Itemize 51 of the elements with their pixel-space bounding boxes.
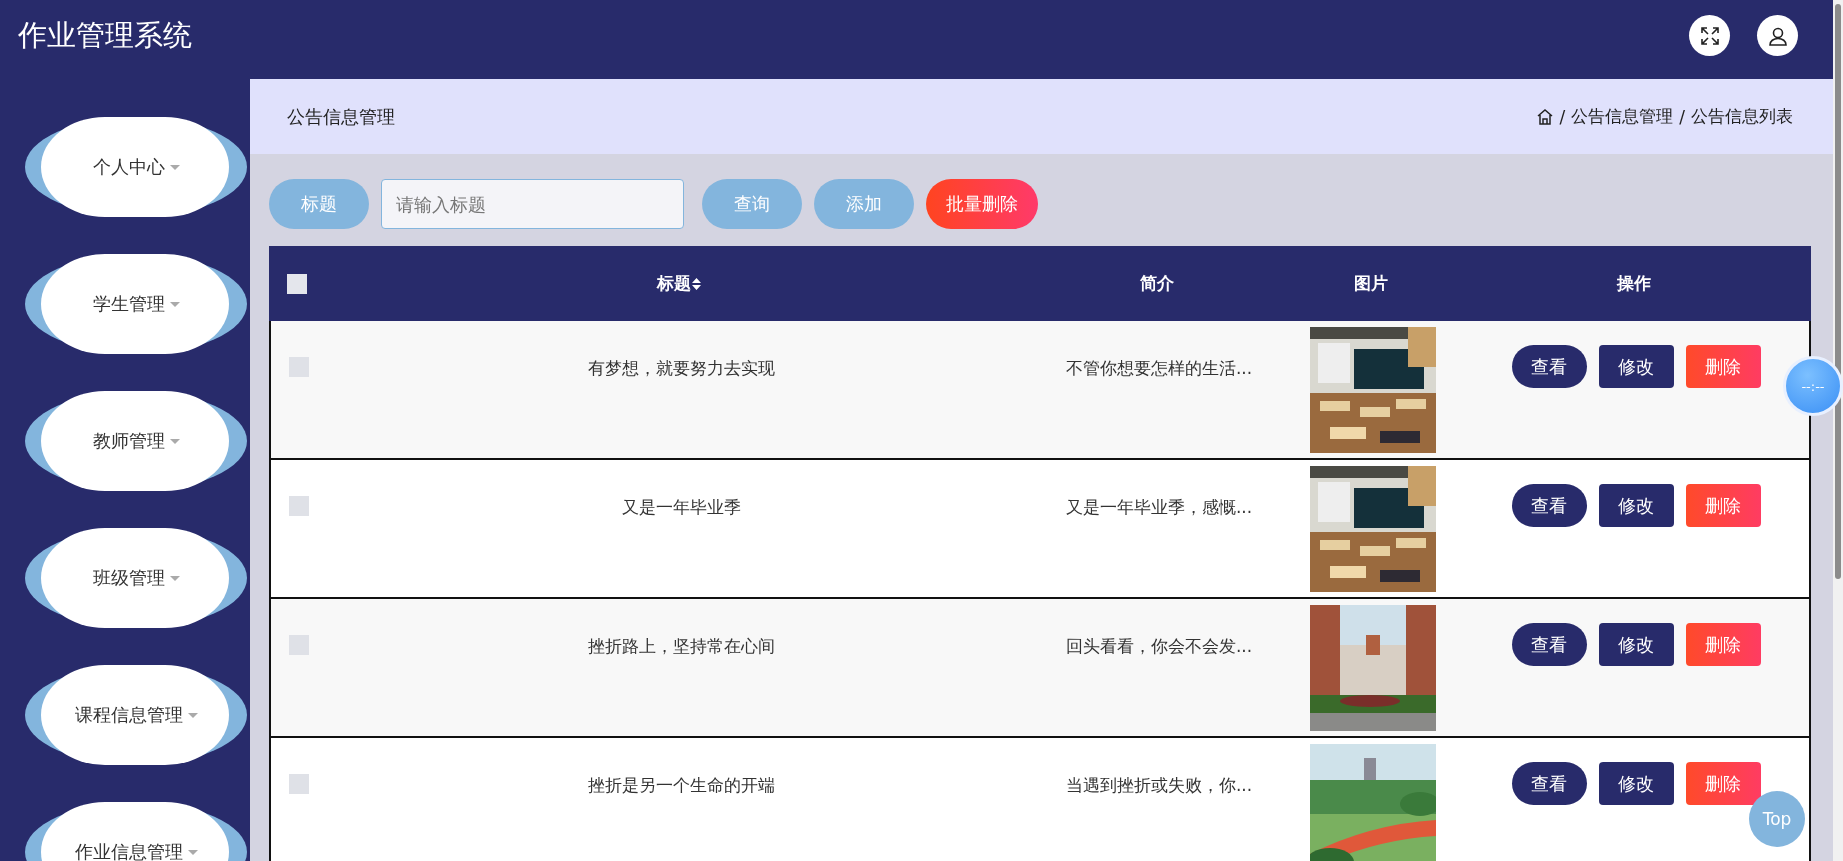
checkbox[interactable] [289, 357, 309, 377]
user-button[interactable] [1757, 15, 1798, 56]
table-cell-text: 又是一年毕业季，感慨... [1064, 496, 1254, 519]
breadcrumb-item[interactable]: 公告信息管理 [1571, 105, 1674, 128]
caret-icon [187, 849, 198, 855]
breadcrumb-separator: / [1679, 106, 1685, 127]
checkbox[interactable] [289, 635, 309, 655]
sidebar-item[interactable]: 教师管理 [25, 391, 247, 491]
fullscreen-button[interactable] [1689, 15, 1730, 56]
scrollbar[interactable] [1833, 0, 1843, 861]
sidebar-item[interactable]: 个人中心 [25, 117, 247, 217]
view-button[interactable]: 查看 [1511, 623, 1587, 666]
view-button[interactable]: 查看 [1511, 345, 1587, 388]
caret-icon [169, 575, 180, 581]
caret-icon [187, 712, 198, 718]
sidebar-item[interactable]: 班级管理 [25, 528, 247, 628]
breadcrumb-item: 公告信息列表 [1691, 105, 1793, 128]
checkbox[interactable] [289, 496, 309, 516]
sidebar-item[interactable]: 课程信息管理 [25, 665, 247, 765]
table-cell-text: 有梦想，就要努力去实现 [586, 357, 776, 380]
search-field[interactable]: 请输入标题 [381, 179, 684, 229]
user-icon [1767, 25, 1788, 46]
expand-icon [1699, 25, 1720, 46]
edit-button[interactable]: 修改 [1598, 484, 1674, 527]
table-cell-text: 挫折是另一个生命的开端 [586, 774, 776, 797]
column-header: 操作 [1617, 272, 1651, 295]
table-cell-text: 当遇到挫折或失败，你... [1064, 774, 1254, 797]
search-label: 标题 [269, 179, 369, 229]
table-cell-text: 回头看看，你会不会发... [1064, 635, 1254, 658]
view-button[interactable]: 查看 [1511, 484, 1587, 527]
table-cell-text: 挫折路上，坚持常在心间 [586, 635, 776, 658]
column-header: 简介 [1140, 272, 1174, 295]
app-title: 作业管理系统 [18, 16, 193, 54]
view-button[interactable]: 查看 [1511, 762, 1587, 805]
table-cell-text: 又是一年毕业季 [620, 496, 742, 519]
caret-icon [169, 438, 180, 444]
caret-icon [169, 164, 180, 170]
breadcrumb-separator: / [1559, 106, 1566, 127]
checkbox[interactable] [289, 774, 309, 794]
caret-icon [169, 301, 180, 307]
home-icon[interactable] [1535, 107, 1554, 126]
column-header[interactable]: 标题 [657, 272, 691, 295]
checkbox[interactable] [287, 273, 307, 294]
edit-button[interactable]: 修改 [1598, 345, 1674, 388]
table-cell-text: 不管你想要怎样的生活... [1064, 357, 1254, 380]
sidebar-item[interactable]: 学生管理 [25, 254, 247, 354]
sort-icon[interactable] [692, 277, 701, 290]
column-header: 图片 [1354, 272, 1388, 295]
page-title: 公告信息管理 [287, 104, 396, 129]
edit-button[interactable]: 修改 [1598, 762, 1674, 805]
edit-button[interactable]: 修改 [1598, 623, 1674, 666]
